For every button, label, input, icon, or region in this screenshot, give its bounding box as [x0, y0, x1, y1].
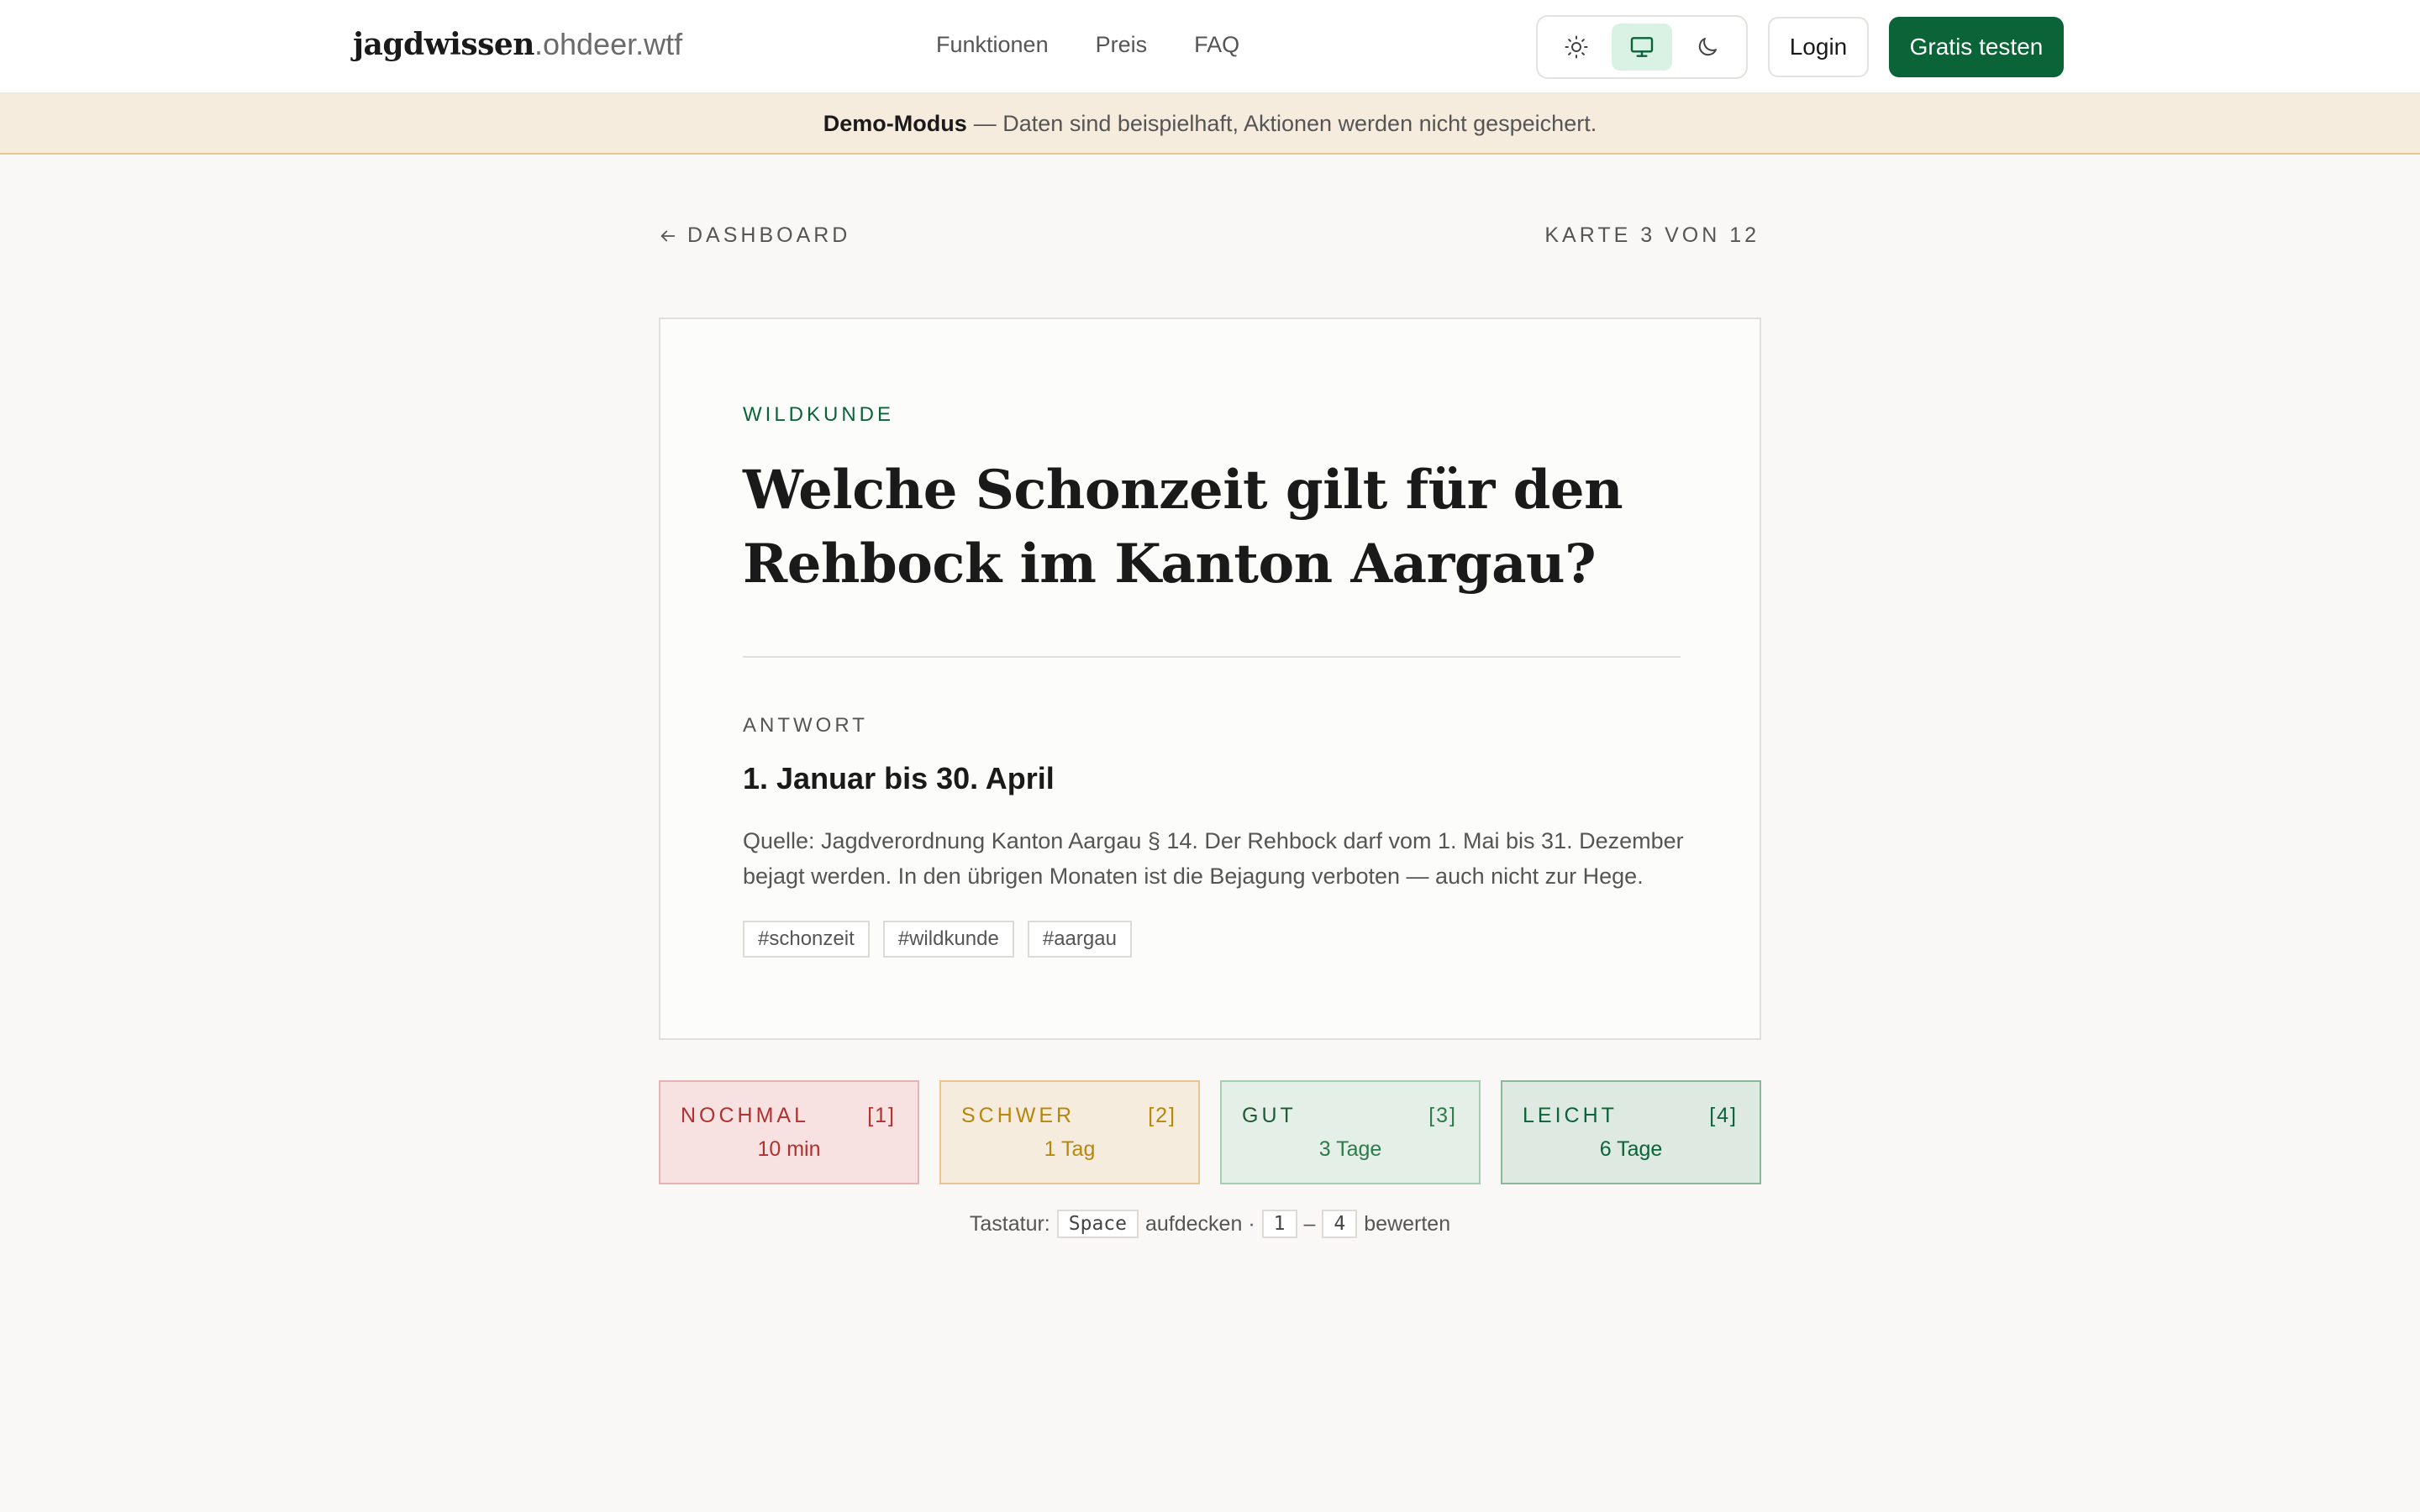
rate-again-button[interactable]: NOCHMAL [1] 10 min [659, 1080, 919, 1184]
kbd-reveal-text: aufdecken · [1145, 1211, 1255, 1236]
nav-link-faq[interactable]: FAQ [1194, 32, 1239, 58]
keyboard-hint: Tastatur: Space aufdecken · 1 – 4 bewert… [0, 1210, 2420, 1238]
free-trial-button[interactable]: Gratis testen [1889, 17, 2064, 77]
banner-title: Demo-Modus [823, 110, 967, 136]
question-line-2: Rehbock im Kanton Aargau? [743, 533, 1597, 596]
theme-light-button[interactable] [1546, 24, 1607, 71]
kbd-space: Space [1056, 1210, 1139, 1238]
monitor-icon [1630, 37, 1654, 57]
kbd-key-4: 4 [1322, 1210, 1358, 1238]
rate-interval: 6 Tage [1599, 1137, 1663, 1161]
nav-link-preis[interactable]: Preis [1096, 32, 1148, 58]
moon-icon [1698, 38, 1717, 56]
rate-easy-button[interactable]: LEICHT [4] 6 Tage [1501, 1080, 1761, 1184]
logo-domain: .ohdeer.wtf [534, 27, 683, 61]
card-question: Welche Schonzeit gilt für den Rehbock im… [743, 454, 1667, 601]
back-label: DASHBOARD [687, 223, 851, 247]
rate-hard-button[interactable]: SCHWER [2] 1 Tag [939, 1080, 1200, 1184]
rate-label: NOCHMAL [681, 1104, 810, 1127]
banner-text: — Daten sind beispielhaft, Aktionen werd… [973, 110, 1597, 136]
top-header: jagdwissen .ohdeer.wtf Funktionen Preis … [0, 0, 2420, 94]
rate-shortcut: [1] [867, 1104, 896, 1127]
demo-mode-banner: Demo-Modus — Daten sind beispielhaft, Ak… [0, 94, 2420, 155]
rate-shortcut: [4] [1709, 1104, 1738, 1127]
back-to-dashboard-link[interactable]: DASHBOARD [659, 223, 850, 248]
rate-interval: 1 Tag [1044, 1137, 1096, 1161]
theme-dark-button[interactable] [1677, 24, 1738, 71]
card-counter: KARTE 3 VON 12 [1544, 223, 1760, 247]
answer-source: Quelle: Jagdverordnung Kanton Aargau § 1… [743, 828, 1684, 889]
rate-label: GUT [1242, 1104, 1297, 1127]
kbd-key-1: 1 [1261, 1210, 1297, 1238]
kbd-rate-text: bewerten [1364, 1211, 1451, 1236]
tag-list: #schonzeit #wildkunde #aargau [743, 921, 1132, 958]
answer-label: ANTWORT [743, 714, 868, 737]
kbd-prefix: Tastatur: [969, 1211, 1050, 1236]
rate-shortcut: [2] [1148, 1104, 1176, 1127]
card-category: WILDKUNDE [743, 403, 895, 426]
rate-interval: 3 Tage [1318, 1137, 1382, 1161]
main-nav: Funktionen Preis FAQ [936, 32, 1239, 58]
rate-shortcut: [3] [1428, 1104, 1457, 1127]
question-line-1: Welche Schonzeit gilt für den [743, 459, 1623, 522]
theme-switcher [1536, 15, 1748, 79]
card-answer: 1. Januar bis 30. April [743, 761, 1055, 795]
login-button[interactable]: Login [1768, 17, 1869, 77]
rate-label: SCHWER [961, 1104, 1076, 1127]
logo[interactable]: jagdwissen .ohdeer.wtf [353, 27, 682, 67]
kbd-dash: – [1303, 1211, 1316, 1236]
nav-link-funktionen[interactable]: Funktionen [936, 32, 1049, 58]
rating-buttons: NOCHMAL [1] 10 min SCHWER [2] 1 Tag GUT … [659, 1080, 1761, 1184]
logo-main: jagdwissen [353, 27, 534, 62]
tag-wildkunde[interactable]: #wildkunde [882, 921, 1014, 958]
rate-label: LEICHT [1523, 1104, 1618, 1127]
tag-schonzeit[interactable]: #schonzeit [743, 921, 870, 958]
sun-icon [1565, 35, 1588, 59]
rate-interval: 10 min [757, 1137, 821, 1161]
flashcard: WILDKUNDE Welche Schonzeit gilt für den … [659, 318, 1761, 1040]
rate-good-button[interactable]: GUT [3] 3 Tage [1220, 1080, 1481, 1184]
arrow-left-icon [660, 230, 676, 241]
card-divider [743, 656, 1681, 658]
tag-aargau[interactable]: #aargau [1027, 921, 1132, 958]
theme-system-button[interactable] [1612, 24, 1672, 71]
